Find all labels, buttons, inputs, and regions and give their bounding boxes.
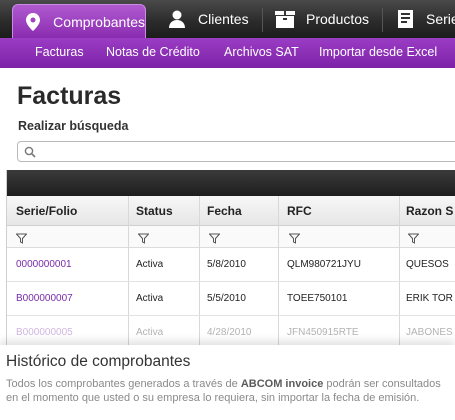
box-icon: [274, 8, 296, 30]
subnav-item-facturas[interactable]: Facturas: [35, 45, 84, 59]
search-input[interactable]: [40, 143, 440, 160]
document-icon: [394, 8, 416, 30]
cell-rfc: QLM980721JYU: [287, 259, 361, 270]
subnav-item-importar-excel[interactable]: Importar desde Excel: [319, 45, 437, 59]
invoices-grid: Serie/Folio Status Fecha RFC Razon S 000…: [6, 170, 455, 345]
column-header-status[interactable]: Status: [136, 204, 173, 218]
brand-name: ABCOM invoice: [240, 378, 324, 390]
table-row[interactable]: B000000005 Activa 4/28/2010 JFN450915RTE…: [7, 316, 455, 345]
tab-label: Serie: [426, 11, 455, 27]
cell-rfc: JFN450915RTE: [287, 327, 359, 338]
info-panel: Histórico de comprobantes Todos los comp…: [0, 345, 455, 420]
tab-clientes[interactable]: Clientes: [166, 0, 249, 38]
table-row[interactable]: 0000000001 Activa 5/8/2010 QLM980721JYU …: [7, 248, 455, 282]
cell-status: Activa: [136, 293, 164, 304]
cell-folio[interactable]: B000000007: [16, 293, 73, 304]
info-panel-text: Todos los comprobantes generados a travé…: [6, 377, 446, 405]
filter-icon[interactable]: [407, 231, 420, 244]
page-title: Facturas: [17, 82, 122, 110]
cell-razon-social: QUESOS: [406, 259, 449, 270]
user-icon: [166, 8, 188, 30]
grid-header: Serie/Folio Status Fecha RFC Razon S: [7, 196, 455, 226]
info-panel-title: Histórico de comprobantes: [6, 353, 191, 370]
filter-icon[interactable]: [288, 231, 301, 244]
top-navigation: Comprobantes Clientes Productos Serie: [0, 0, 455, 38]
cell-fecha: 5/5/2010: [207, 293, 246, 304]
search-field[interactable]: [17, 141, 455, 162]
search-label: Realizar búsqueda: [18, 119, 129, 133]
tab-label: Clientes: [198, 11, 249, 27]
table-row[interactable]: B000000007 Activa 5/5/2010 TOEE750101 ER…: [7, 282, 455, 316]
search-icon: [24, 145, 38, 159]
cell-razon-social: JABONES: [406, 327, 453, 338]
column-header-razon-social[interactable]: Razon S: [406, 204, 453, 218]
cell-fecha: 4/28/2010: [207, 327, 252, 338]
cell-folio[interactable]: B000000005: [16, 327, 73, 338]
subnav-item-archivos-sat[interactable]: Archivos SAT: [224, 45, 299, 59]
filter-icon[interactable]: [208, 231, 221, 244]
location-pin-icon: [23, 11, 43, 33]
cell-rfc: TOEE750101: [287, 293, 348, 304]
cell-folio[interactable]: 0000000001: [16, 259, 72, 270]
tab-label: Comprobantes: [53, 13, 145, 30]
subnav-item-notas-de-credito[interactable]: Notas de Crédito: [106, 45, 200, 59]
column-header-serie-folio[interactable]: Serie/Folio: [16, 204, 77, 218]
tab-divider: [262, 8, 263, 32]
tab-serie[interactable]: Serie: [394, 0, 455, 38]
grid-toolbar: [7, 170, 455, 196]
tab-productos[interactable]: Productos: [274, 0, 369, 38]
column-header-rfc[interactable]: RFC: [287, 204, 312, 218]
cell-status: Activa: [136, 259, 164, 270]
sub-navigation: Facturas Notas de Crédito Archivos SAT I…: [0, 38, 455, 68]
filter-icon[interactable]: [137, 231, 150, 244]
filter-icon[interactable]: [15, 231, 28, 244]
cell-fecha: 5/8/2010: [207, 259, 246, 270]
cell-razon-social: ERIK TOR: [406, 293, 453, 304]
cell-status: Activa: [136, 327, 164, 338]
tab-comprobantes[interactable]: Comprobantes: [12, 4, 146, 38]
column-header-fecha[interactable]: Fecha: [207, 204, 242, 218]
tab-label: Productos: [306, 11, 370, 27]
grid-filter-row: [7, 226, 455, 248]
info-text-start: Todos los comprobantes generados a travé…: [6, 378, 241, 390]
tab-divider: [382, 8, 383, 32]
